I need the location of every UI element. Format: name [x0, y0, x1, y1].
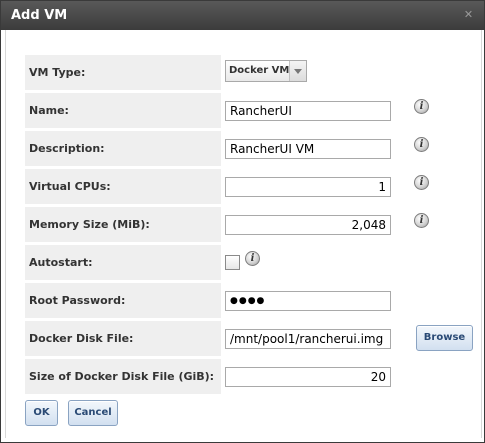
name-input[interactable]: RancherUI [225, 101, 391, 121]
info-icon[interactable]: i [245, 251, 260, 266]
add-vm-dialog: Add VM ✕ VM Type: Docker VM Name: Ranche… [0, 0, 485, 443]
vm-type-label: VM Type: [25, 55, 221, 90]
autostart-row: Autostart: i [6, 245, 481, 280]
info-icon[interactable]: i [414, 175, 429, 190]
name-row: Name: RancherUI i [6, 93, 481, 128]
root-password-label: Root Password: [25, 283, 221, 318]
virtual-cpus-row: Virtual CPUs: 1 i [6, 169, 481, 204]
docker-disk-size-row: Size of Docker Disk File (GiB): 20 [6, 359, 481, 394]
description-row: Description: RancherUI VM i [6, 131, 481, 166]
docker-disk-file-input[interactable]: /mnt/pool1/rancherui.img [225, 329, 391, 349]
dialog-body: VM Type: Docker VM Name: RancherUI i Des… [5, 30, 482, 438]
ok-button[interactable]: OK [25, 400, 58, 426]
description-label: Description: [25, 131, 221, 166]
virtual-cpus-input[interactable]: 1 [225, 177, 391, 197]
info-icon[interactable]: i [414, 99, 429, 114]
close-icon[interactable]: ✕ [463, 9, 474, 20]
docker-disk-size-label: Size of Docker Disk File (GiB): [25, 359, 221, 394]
autostart-checkbox[interactable] [225, 255, 240, 270]
vm-type-select[interactable]: Docker VM [225, 60, 307, 82]
browse-button[interactable]: Browse [416, 325, 473, 351]
dialog-titlebar[interactable]: Add VM ✕ [1, 1, 484, 30]
vm-type-selected-value: Docker VM [229, 65, 290, 76]
cancel-button[interactable]: Cancel [68, 400, 118, 426]
docker-disk-file-row: Docker Disk File: /mnt/pool1/rancherui.i… [6, 321, 481, 356]
memory-size-row: Memory Size (MiB): 2,048 i [6, 207, 481, 242]
memory-size-label: Memory Size (MiB): [25, 207, 221, 242]
docker-disk-size-input[interactable]: 20 [225, 367, 391, 387]
root-password-row: Root Password: ●●●● [6, 283, 481, 318]
vm-type-row: VM Type: Docker VM [6, 55, 481, 90]
info-icon[interactable]: i [414, 137, 429, 152]
virtual-cpus-label: Virtual CPUs: [25, 169, 221, 204]
description-input[interactable]: RancherUI VM [225, 139, 391, 159]
root-password-input[interactable]: ●●●● [225, 291, 391, 311]
info-icon[interactable]: i [414, 213, 429, 228]
docker-disk-file-label: Docker Disk File: [25, 321, 221, 356]
dialog-title: Add VM [11, 8, 68, 23]
autostart-label: Autostart: [25, 245, 221, 280]
memory-size-input[interactable]: 2,048 [225, 215, 391, 235]
chevron-down-icon[interactable] [289, 61, 306, 81]
name-label: Name: [25, 93, 221, 128]
